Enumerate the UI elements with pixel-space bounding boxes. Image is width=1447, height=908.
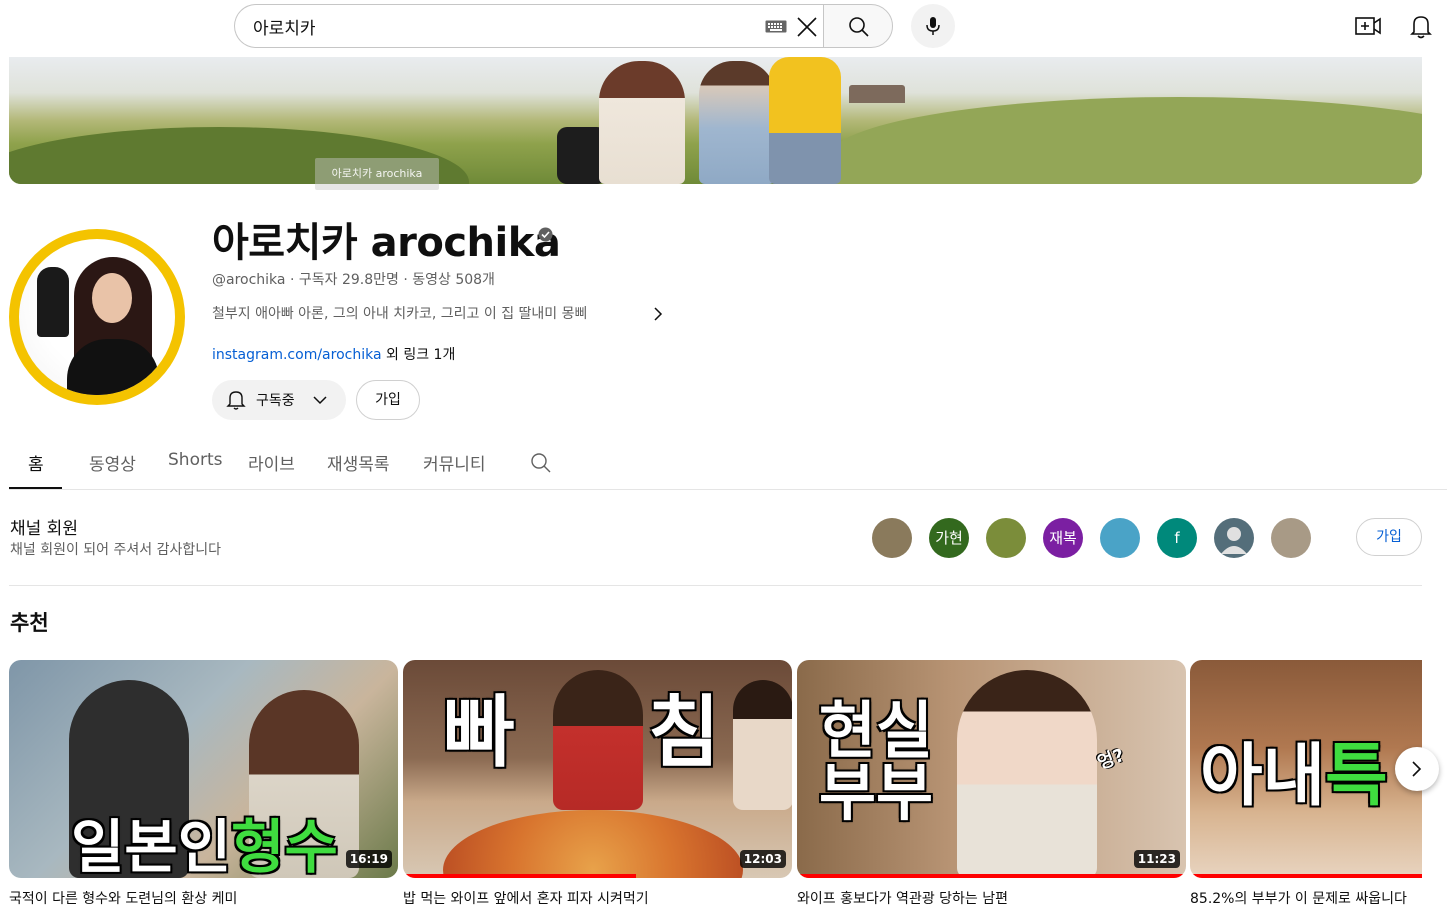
verified-badge-icon	[538, 227, 553, 242]
default-avatar-icon	[1221, 527, 1247, 554]
tab-community[interactable]: 커뮤니티	[423, 450, 486, 475]
video-title[interactable]: 85.2%의 부부가 이 문제로 싸웁니다	[1190, 888, 1422, 908]
chevron-right-icon[interactable]	[650, 305, 666, 323]
separator: ·	[289, 272, 299, 288]
subscriber-count: 구독자 29.8만명	[298, 272, 399, 288]
member-avatar[interactable]: f	[1157, 518, 1197, 558]
thumbnail-text: 빠	[443, 688, 515, 778]
chevron-right-icon	[1412, 761, 1422, 777]
section-title: 추천	[10, 611, 49, 635]
member-avatar[interactable]	[1214, 518, 1254, 558]
search-input[interactable]	[253, 13, 733, 39]
membership-join-button[interactable]: 가입	[1356, 518, 1422, 556]
channel-handle: @arochika	[212, 272, 286, 288]
channel-name: 아로치카 arochika	[212, 220, 561, 266]
video-title[interactable]: 와이프 홍보다가 역관광 당하는 남편	[797, 888, 1186, 908]
watch-progress	[797, 874, 1186, 878]
microphone-icon	[926, 17, 940, 35]
banner-watermark: 아로치카 arochika	[315, 158, 439, 190]
video-thumbnail[interactable]: 아내특	[1190, 660, 1422, 878]
video-thumbnail[interactable]: 빠 침 12:03	[403, 660, 792, 878]
thumbnail-text: 일본인	[71, 813, 232, 878]
instagram-link[interactable]: instagram.com/arochika	[212, 347, 382, 363]
create-video-icon[interactable]	[1352, 10, 1384, 42]
video-card[interactable]: 아내특 85.2%의 부부가 이 문제로 싸웁니다	[1190, 660, 1422, 908]
next-arrow-button[interactable]	[1395, 747, 1439, 791]
subscribed-label: 구독중	[256, 393, 295, 409]
member-avatar[interactable]	[1100, 518, 1140, 558]
search-box	[234, 4, 824, 48]
more-links[interactable]: 외 링크 1개	[386, 347, 455, 363]
divider	[9, 585, 1422, 586]
tab-live[interactable]: 라이브	[248, 450, 295, 475]
clear-search-icon[interactable]	[795, 15, 819, 39]
active-tab-indicator	[9, 487, 62, 489]
video-duration: 11:23	[1133, 850, 1180, 868]
keyboard-icon[interactable]	[765, 20, 787, 33]
channel-meta: @arochika · 구독자 29.8만명 · 동영상 508개	[212, 269, 495, 289]
top-bar	[0, 0, 1447, 56]
tab-shorts[interactable]: Shorts	[168, 450, 222, 470]
member-avatar[interactable]	[872, 518, 912, 558]
video-duration: 12:03	[739, 850, 786, 868]
member-avatar[interactable]: 가현	[929, 518, 969, 558]
thumbnail-text: 아내	[1200, 737, 1326, 816]
search-icon[interactable]	[530, 452, 552, 474]
membership-subtitle: 채널 회원이 되어 주셔서 감사합니다	[10, 542, 221, 558]
member-avatar[interactable]	[1271, 518, 1311, 558]
video-count: 동영상 508개	[412, 272, 495, 288]
subscribed-button[interactable]: 구독중	[212, 380, 346, 420]
tab-home[interactable]: 홈	[28, 450, 44, 475]
search-button[interactable]	[823, 4, 893, 48]
video-title[interactable]: 국적이 다른 형수와 도련님의 환상 케미	[9, 888, 398, 908]
search-icon	[849, 17, 869, 37]
channel-description[interactable]: 철부지 애아빠 아론, 그의 아내 치카코, 그리고 이 집 딸내미 몽삐	[212, 303, 587, 323]
thumbnail-text: 엉?	[1094, 744, 1128, 774]
bell-icon	[226, 391, 246, 410]
voice-search-button[interactable]	[911, 4, 955, 48]
video-title[interactable]: 밥 먹는 와이프 앞에서 혼자 피자 시켜먹기	[403, 888, 792, 908]
thumbnail-text: 침	[648, 688, 720, 778]
video-thumbnail[interactable]: 일본인형수 16:19	[9, 660, 398, 878]
video-card[interactable]: 일본인형수 16:19 국적이 다른 형수와 도련님의 환상 케미	[9, 660, 398, 908]
tab-videos[interactable]: 동영상	[89, 450, 136, 475]
member-avatar[interactable]	[986, 518, 1026, 558]
watch-progress	[1190, 874, 1422, 878]
channel-banner	[9, 57, 1422, 184]
channel-avatar[interactable]	[9, 229, 185, 405]
channel-links: instagram.com/arochika 외 링크 1개	[212, 344, 455, 364]
thumbnail-text-accent: 형수	[231, 813, 338, 878]
membership-title: 채널 회원	[10, 519, 78, 539]
separator: ·	[403, 272, 413, 288]
notifications-bell-icon[interactable]	[1405, 10, 1437, 42]
video-card[interactable]: 빠 침 12:03 밥 먹는 와이프 앞에서 혼자 피자 시켜먹기	[403, 660, 792, 908]
join-button[interactable]: 가입	[356, 380, 420, 420]
member-avatar[interactable]: 재복	[1043, 518, 1083, 558]
thumbnail-text-accent: 특	[1325, 737, 1388, 816]
tab-playlists[interactable]: 재생목록	[327, 450, 390, 475]
video-duration: 16:19	[345, 850, 392, 868]
watch-progress	[403, 874, 637, 878]
video-card[interactable]: 현실 부부 엉? 11:23 와이프 홍보다가 역관광 당하는 남편	[797, 660, 1186, 908]
video-thumbnail[interactable]: 현실 부부 엉? 11:23	[797, 660, 1186, 878]
thumbnail-text: 부부	[819, 756, 934, 829]
channel-tabs: 홈 동영상 Shorts 라이브 재생목록 커뮤니티	[9, 438, 1447, 490]
chevron-down-icon	[313, 396, 327, 405]
